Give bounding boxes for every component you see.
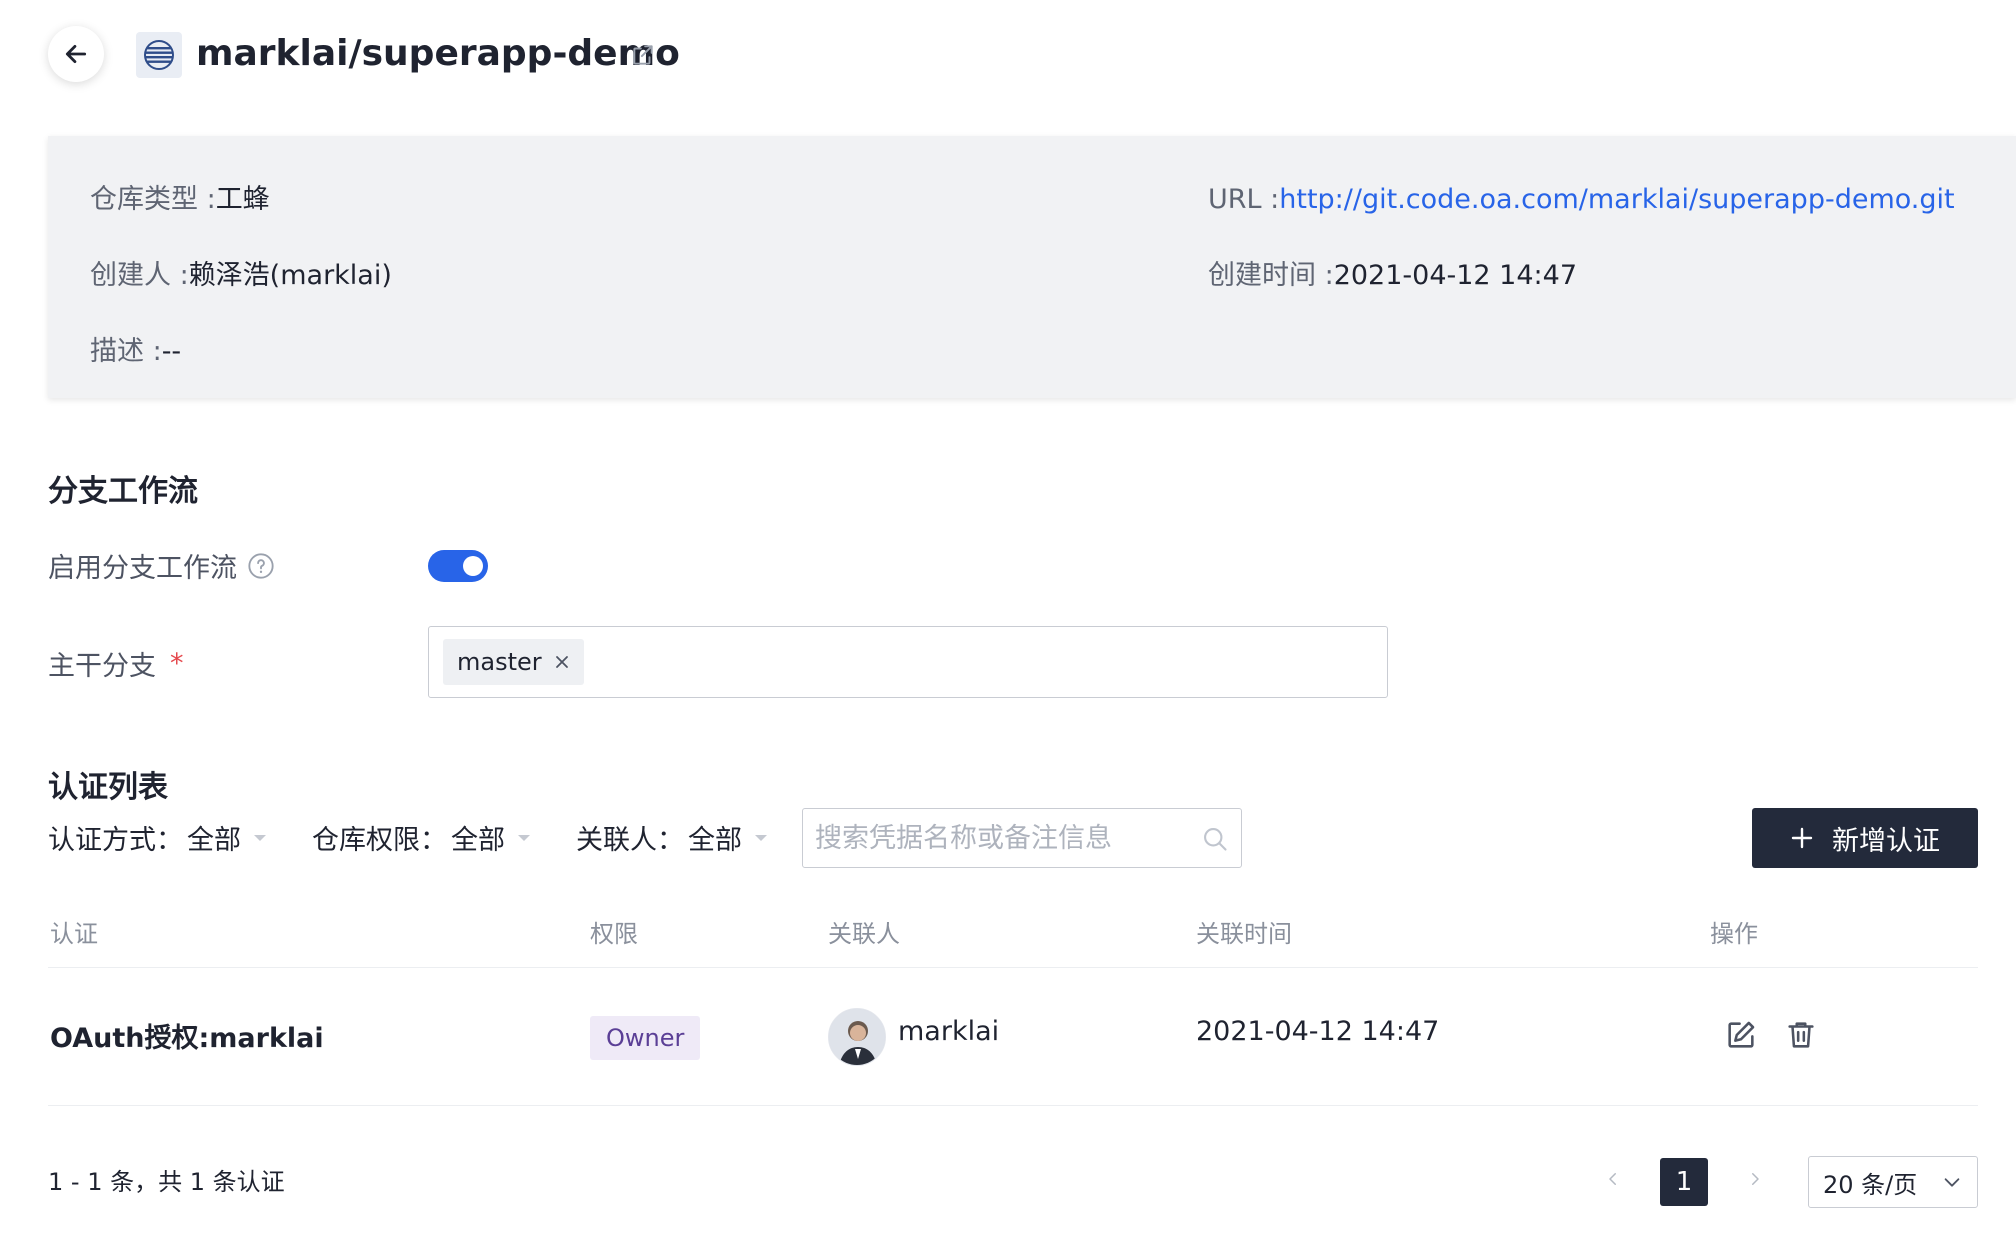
chevron-left-icon [1609,1173,1616,1185]
auth-list-title: 认证列表 [48,770,168,805]
creator-value: 赖泽浩(marklai) [188,260,392,291]
page-size-value: 20 条/页 [1823,1170,1918,1199]
delete-icon[interactable] [1784,1018,1818,1052]
filter-value: 全部 [187,825,241,856]
filter-value: 全部 [688,825,742,856]
caret-down-icon [254,834,266,841]
branch-tag: master [443,639,584,685]
associated-user: marklai [898,1016,1000,1047]
filter-value: 全部 [451,825,505,856]
help-icon[interactable] [247,552,275,580]
filter-label: 关联人： [576,825,684,856]
auth-name: OAuth授权:marklai [50,1023,324,1054]
repo-type-row: 仓库类型 :工蜂 [90,180,270,220]
required-star: * [170,648,184,679]
description-value: -- [161,336,182,367]
column-header-actions: 操作 [1710,920,1758,948]
previous-page-button[interactable] [1598,1164,1628,1194]
branch-workflow-title: 分支工作流 [48,474,198,509]
created-time-label: 创建时间 : [1208,260,1334,291]
column-header-time: 关联时间 [1196,920,1292,948]
description-label: 描述 : [90,336,162,367]
repo-info-panel: 仓库类型 :工蜂 URL :http://git.code.oa.com/mar… [48,136,2016,398]
column-header-auth: 认证 [50,920,98,948]
repo-type-value: 工蜂 [215,184,270,215]
table-row: OAuth授权:marklai Owner marklai 2021-04-12… [48,968,1978,1106]
plus-icon [1791,827,1813,849]
search-box [802,808,1242,868]
repo-type-label: 仓库类型 : [90,184,216,215]
page-number-current[interactable]: 1 [1660,1158,1708,1206]
add-auth-label: 新增认证 [1832,825,1940,857]
page: marklai/superapp-demo 仓库类型 :工蜂 URL :http… [0,0,2016,1258]
filter-associated-user[interactable]: 关联人： 全部 [576,818,768,857]
creator-row: 创建人 :赖泽浩(marklai) [90,256,392,296]
column-header-permission: 权限 [590,920,638,948]
repo-url-link[interactable]: http://git.code.oa.com/marklai/superapp-… [1279,184,1954,215]
url-label: URL : [1208,184,1280,215]
toggle-knob [463,556,483,576]
created-time-row: 创建时间 :2021-04-12 14:47 [1208,256,1577,296]
caret-down-icon [755,834,767,841]
enable-workflow-toggle[interactable] [428,550,488,582]
search-input[interactable] [803,809,1241,867]
creator-label: 创建人 : [90,260,189,291]
caret-down-icon [518,834,530,841]
page-title: marklai/superapp-demo [196,33,680,74]
associated-time: 2021-04-12 14:47 [1196,1016,1440,1047]
page-size-select[interactable]: 20 条/页 [1808,1156,1978,1208]
search-icon[interactable] [1201,825,1229,853]
edit-icon[interactable] [1724,1018,1758,1052]
description-row: 描述 :-- [90,332,181,372]
back-button[interactable] [48,26,104,82]
trunk-branch-label: 主干分支 [48,651,156,682]
filter-auth-method[interactable]: 认证方式： 全部 [48,818,267,857]
arrow-left-icon [65,45,87,63]
add-auth-button[interactable]: 新增认证 [1752,808,1978,868]
close-icon[interactable] [554,654,570,670]
filter-repo-permission[interactable]: 仓库权限： 全部 [312,818,531,857]
created-time-value: 2021-04-12 14:47 [1333,260,1577,291]
column-header-user: 关联人 [828,920,900,948]
url-row: URL :http://git.code.oa.com/marklai/supe… [1208,180,1955,220]
table-header: 认证 权限 关联人 关联时间 操作 [48,906,1978,968]
enable-workflow-label-row: 启用分支工作流 [48,546,275,585]
filter-label: 认证方式： [48,825,183,856]
trunk-branch-input[interactable]: master [428,626,1388,698]
avatar [828,1008,886,1066]
pagination-summary: 1 - 1 条，共 1 条认证 [48,1168,285,1196]
next-page-button[interactable] [1740,1164,1770,1194]
branch-tag-label: master [457,648,542,676]
permission-badge: Owner [590,1016,701,1060]
enable-workflow-label: 启用分支工作流 [48,553,237,584]
filter-label: 仓库权限： [312,825,447,856]
chevron-right-icon [1752,1173,1759,1185]
repo-logo-icon [136,32,182,78]
external-link-icon[interactable] [628,40,658,70]
chevron-down-icon [1944,1178,1960,1187]
trunk-branch-label-row: 主干分支 * [48,644,184,683]
